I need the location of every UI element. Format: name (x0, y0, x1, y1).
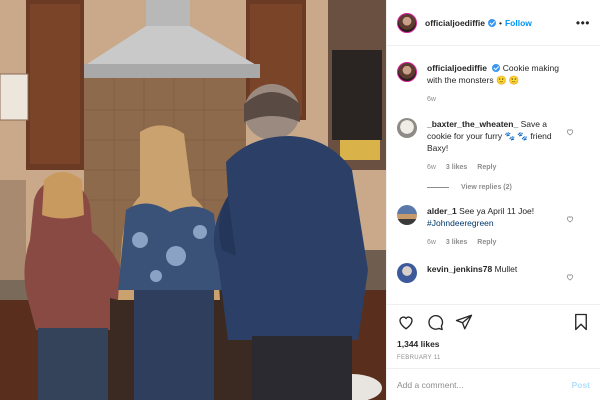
kitchen-photo (0, 0, 386, 400)
hashtag-link[interactable]: #Johndeeregreen (427, 218, 494, 228)
heart-icon[interactable] (566, 215, 574, 223)
avatar[interactable] (397, 62, 417, 82)
comment-item: kevin_jenkins78 Mullet (397, 263, 590, 283)
heart-icon[interactable] (566, 128, 574, 136)
post-date[interactable]: FEBRUARY 11 (397, 355, 590, 361)
avatar[interactable] (397, 118, 417, 138)
comment-text: See ya April 11 Joe! (459, 206, 535, 216)
comment-likes[interactable]: 3 likes (446, 239, 467, 246)
verified-badge-icon (487, 18, 496, 27)
instagram-post: officialjoediffie • Follow ••• officialj… (0, 0, 600, 400)
comment-item: alder_1 See ya April 11 Joe! #Johndeereg… (397, 205, 590, 249)
heart-icon[interactable] (397, 313, 415, 331)
heart-icon[interactable] (566, 273, 574, 281)
avatar[interactable] (397, 205, 417, 225)
comment-meta: 6w 3 likes Reply (427, 162, 572, 174)
avatar[interactable] (397, 263, 417, 283)
post-photo[interactable] (0, 0, 386, 400)
post-comment-button[interactable]: Post (572, 380, 590, 390)
username[interactable]: officialjoediffie (425, 18, 485, 28)
caption-username[interactable]: officialjoediffie (427, 63, 487, 73)
avatar[interactable] (397, 12, 417, 33)
comment-likes[interactable]: 3 likes (446, 164, 467, 171)
share-icon[interactable] (455, 313, 473, 331)
comment-username[interactable]: _baxter_the_wheaten_ (427, 119, 518, 129)
comment-meta: 6w 3 likes Reply (427, 237, 572, 249)
more-icon[interactable]: ••• (576, 16, 590, 30)
comment-icon[interactable] (426, 313, 444, 331)
comments-list[interactable]: officialjoediffie Cookie making with the… (387, 46, 600, 304)
caption-meta: 6w (427, 94, 572, 106)
reply-button[interactable]: Reply (477, 239, 496, 246)
comment-input[interactable] (397, 379, 572, 390)
view-replies-button[interactable]: View replies (2) (427, 184, 590, 191)
action-icons (397, 309, 590, 335)
comment-age[interactable]: 6w (427, 164, 436, 171)
post-header: officialjoediffie • Follow ••• (387, 0, 600, 46)
comment-username[interactable]: kevin_jenkins78 (427, 264, 492, 274)
add-comment-bar: Post (387, 368, 600, 400)
comment-text: Mullet (494, 264, 518, 274)
like-count[interactable]: 1,344 likes (397, 339, 590, 349)
comment-username[interactable]: alder_1 (427, 206, 457, 216)
reply-button[interactable]: Reply (477, 164, 496, 171)
comment-item: _baxter_the_wheaten_ Save a cookie for y… (397, 118, 590, 174)
post-side-panel: officialjoediffie • Follow ••• officialj… (386, 0, 600, 400)
comment-age[interactable]: 6w (427, 239, 436, 246)
post-actions: 1,344 likes FEBRUARY 11 (387, 304, 600, 361)
follow-button[interactable]: Follow (505, 18, 532, 28)
caption: officialjoediffie Cookie making with the… (397, 62, 590, 106)
verified-badge-icon (492, 64, 501, 72)
separator-dot: • (498, 17, 502, 28)
caption-age[interactable]: 6w (427, 96, 436, 103)
bookmark-icon[interactable] (572, 313, 590, 331)
